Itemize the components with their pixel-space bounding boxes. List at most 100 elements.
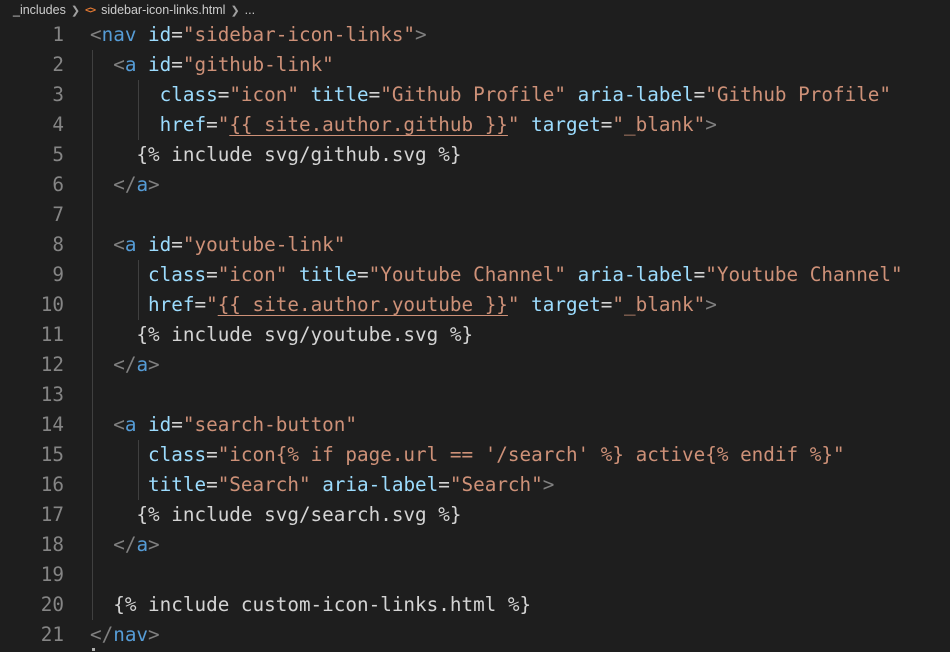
code-line[interactable]: 8 <a id="youtube-link" bbox=[0, 230, 950, 260]
code-token: "_blank" bbox=[612, 113, 706, 136]
code-token: = bbox=[600, 293, 613, 316]
code-line[interactable]: 18 </a> bbox=[0, 530, 950, 560]
code-token: href bbox=[148, 293, 195, 316]
code-token: "Youtube Channel" bbox=[705, 263, 903, 286]
code-text: title="Search" aria-label="Search"> bbox=[90, 470, 554, 500]
breadcrumb-symbols[interactable]: ... bbox=[245, 3, 255, 17]
text-cursor bbox=[92, 648, 95, 651]
code-token: a bbox=[136, 173, 149, 196]
line-number[interactable]: 17 bbox=[0, 500, 64, 530]
code-token: > bbox=[148, 173, 160, 196]
code-token: > bbox=[415, 23, 427, 46]
code-token: "icon" bbox=[229, 83, 299, 106]
code-token: id bbox=[148, 23, 172, 46]
code-line[interactable]: 20 {% include custom-icon-links.html %} bbox=[0, 590, 950, 620]
code-line[interactable]: 17 {% include svg/search.svg %} bbox=[0, 500, 950, 530]
code-token: id bbox=[148, 413, 172, 436]
code-text: </a> bbox=[90, 170, 160, 200]
code-text: {% include custom-icon-links.html %} bbox=[90, 590, 531, 620]
line-number[interactable]: 9 bbox=[0, 260, 64, 290]
code-token: "search-button" bbox=[182, 413, 357, 436]
line-number[interactable]: 14 bbox=[0, 410, 64, 440]
line-number[interactable]: 13 bbox=[0, 380, 64, 410]
code-token: "sidebar-icon-links" bbox=[182, 23, 416, 46]
line-number[interactable]: 19 bbox=[0, 560, 64, 590]
editor-text-area[interactable]: 1 <nav id="sidebar-icon-links"> 2 <a id="g… bbox=[0, 20, 950, 652]
code-line[interactable]: 14 <a id="search-button" bbox=[0, 410, 950, 440]
code-token: = bbox=[217, 83, 230, 106]
code-token: "github-link" bbox=[182, 53, 334, 76]
code-line[interactable]: 21 </nav> bbox=[0, 620, 950, 650]
code-token: id bbox=[148, 53, 172, 76]
code-token: "_blank" bbox=[612, 293, 706, 316]
line-number[interactable]: 15 bbox=[0, 440, 64, 470]
code-token: title bbox=[310, 83, 369, 106]
code-text: class="icon" title="Github Profile" aria… bbox=[90, 80, 891, 110]
chevron-right-icon: ❯ bbox=[70, 4, 81, 17]
code-line[interactable]: 4 href="{{ site.author.github }}" target… bbox=[0, 110, 950, 140]
code-token: "Search" bbox=[449, 473, 543, 496]
code-token: = bbox=[206, 473, 218, 496]
line-number[interactable]: 5 bbox=[0, 140, 64, 170]
html-file-icon: <> bbox=[85, 4, 96, 16]
code-text: {% include svg/github.svg %} bbox=[90, 140, 461, 170]
line-number[interactable]: 10 bbox=[0, 290, 64, 320]
code-token: < bbox=[113, 413, 125, 436]
code-token: = bbox=[693, 263, 706, 286]
line-number[interactable]: 7 bbox=[0, 200, 64, 230]
line-number[interactable]: 8 bbox=[0, 230, 64, 260]
code-text: <a id="youtube-link" bbox=[90, 230, 345, 260]
code-token: " bbox=[217, 113, 230, 136]
code-line[interactable]: 19 bbox=[0, 560, 950, 590]
code-token: = bbox=[206, 443, 218, 466]
code-token: class bbox=[148, 263, 207, 286]
code-token: {{ site.author.youtube }} bbox=[217, 293, 508, 316]
code-token: {% include svg/github.svg %} bbox=[90, 143, 462, 166]
code-line[interactable]: 2 <a id="github-link" bbox=[0, 50, 950, 80]
code-token: a bbox=[124, 413, 137, 436]
line-number[interactable]: 3 bbox=[0, 80, 64, 110]
line-number[interactable]: 4 bbox=[0, 110, 64, 140]
code-line[interactable]: 12 </a> bbox=[0, 350, 950, 380]
code-line[interactable]: 10 href="{{ site.author.youtube }}" targ… bbox=[0, 290, 950, 320]
line-number[interactable]: 20 bbox=[0, 590, 64, 620]
code-token: "icon{% if page.url == '/search' %} acti… bbox=[217, 443, 845, 466]
code-line[interactable]: 15 class="icon{% if page.url == '/search… bbox=[0, 440, 950, 470]
code-text: <nav id="sidebar-icon-links"> bbox=[90, 20, 427, 50]
code-line[interactable]: 1 <nav id="sidebar-icon-links"> bbox=[0, 20, 950, 50]
code-line[interactable]: 5 {% include svg/github.svg %} bbox=[0, 140, 950, 170]
code-token: > bbox=[705, 293, 717, 316]
code-token: "Search" bbox=[217, 473, 311, 496]
code-token: = bbox=[693, 83, 706, 106]
line-number[interactable]: 2 bbox=[0, 50, 64, 80]
code-line[interactable]: 3 class="icon" title="Github Profile" ar… bbox=[0, 80, 950, 110]
breadcrumb-file[interactable]: sidebar-icon-links.html bbox=[101, 3, 225, 17]
code-token: "Github Profile" bbox=[705, 83, 892, 106]
code-token: = bbox=[194, 293, 207, 316]
line-number[interactable]: 6 bbox=[0, 170, 64, 200]
code-line[interactable]: 16 title="Search" aria-label="Search"> bbox=[0, 470, 950, 500]
code-line[interactable]: 7 bbox=[0, 200, 950, 230]
code-token: {% include custom-icon-links.html %} bbox=[90, 593, 532, 616]
code-line[interactable]: 9 class="icon" title="Youtube Channel" a… bbox=[0, 260, 950, 290]
line-number[interactable]: 1 bbox=[0, 20, 64, 50]
line-number[interactable]: 11 bbox=[0, 320, 64, 350]
code-line[interactable]: 6 </a> bbox=[0, 170, 950, 200]
line-number[interactable]: 18 bbox=[0, 530, 64, 560]
breadcrumb-folder[interactable]: _includes bbox=[13, 3, 66, 17]
line-number[interactable]: 12 bbox=[0, 350, 64, 380]
code-line[interactable]: 13 bbox=[0, 380, 950, 410]
code-token: = bbox=[171, 53, 183, 76]
line-number[interactable]: 21 bbox=[0, 620, 64, 650]
code-line[interactable]: 11 {% include svg/youtube.svg %} bbox=[0, 320, 950, 350]
line-number[interactable]: 16 bbox=[0, 470, 64, 500]
